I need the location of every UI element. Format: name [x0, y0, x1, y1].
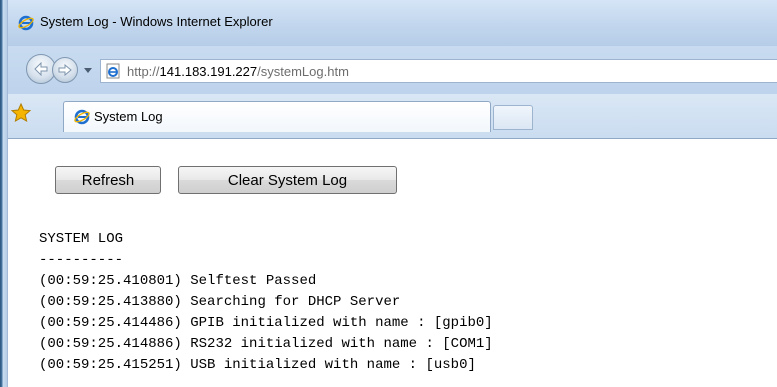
new-tab-button[interactable]	[493, 105, 533, 130]
address-bar[interactable]: http://141.183.191.227/systemLog.htm	[100, 59, 777, 83]
log-message: RS232 initialized with name : [COM1]	[190, 336, 493, 352]
url-host: 141.183.191.227	[159, 64, 258, 79]
page-content: Refresh Clear System Log SYSTEM LOG -----…	[8, 139, 777, 387]
navigation-bar: http://141.183.191.227/systemLog.htm	[8, 46, 777, 94]
url-path: /systemLog.htm	[257, 64, 349, 79]
log-message: Selftest Passed	[190, 273, 317, 289]
log-time: (00:59:25.414886)	[39, 336, 182, 352]
log-entry: (00:59:25.415251) USB initialized with n…	[39, 355, 493, 376]
system-log: SYSTEM LOG ---------- (00:59:25.410801) Se…	[39, 229, 493, 376]
url-text[interactable]: http://141.183.191.227/systemLog.htm	[127, 64, 349, 79]
log-entry: (00:59:25.414886) RS232 initialized with…	[39, 334, 493, 355]
log-entry: (00:59:25.413880) Searching for DHCP Ser…	[39, 292, 493, 313]
log-time: (00:59:25.415251)	[39, 357, 182, 373]
ie-logo-icon	[74, 109, 90, 125]
window-border	[0, 0, 8, 387]
log-heading: SYSTEM LOG	[39, 231, 124, 247]
forward-button[interactable]	[52, 57, 78, 83]
log-time: (00:59:25.414486)	[39, 315, 182, 331]
ie-logo-icon	[18, 15, 34, 31]
tab-system-log[interactable]: System Log	[63, 101, 491, 132]
browser-window: System Log - Windows Internet Explorer h…	[0, 0, 777, 387]
tab-label: System Log	[94, 109, 163, 124]
ie-page-icon	[106, 63, 120, 79]
log-message: Searching for DHCP Server	[190, 294, 401, 310]
log-message: GPIB initialized with name : [gpib0]	[190, 315, 493, 331]
log-message: USB initialized with name : [usb0]	[190, 357, 476, 373]
log-entry: (00:59:25.410801) Selftest Passed	[39, 271, 493, 292]
clear-system-log-button[interactable]: Clear System Log	[178, 166, 397, 194]
url-scheme: http://	[127, 64, 160, 79]
log-entry: (00:59:25.414486) GPIB initialized with …	[39, 313, 493, 334]
forward-arrow-icon	[58, 64, 72, 76]
tab-bar: System Log	[8, 94, 777, 139]
favorites-star-icon[interactable]	[10, 102, 32, 124]
title-bar: System Log - Windows Internet Explorer	[8, 0, 777, 46]
recent-pages-dropdown[interactable]	[83, 65, 93, 75]
log-time: (00:59:25.410801)	[39, 273, 182, 289]
back-arrow-icon	[34, 62, 48, 76]
log-separator: ----------	[39, 252, 124, 268]
log-time: (00:59:25.413880)	[39, 294, 182, 310]
refresh-button[interactable]: Refresh	[55, 166, 161, 194]
window-title: System Log - Windows Internet Explorer	[40, 14, 273, 29]
